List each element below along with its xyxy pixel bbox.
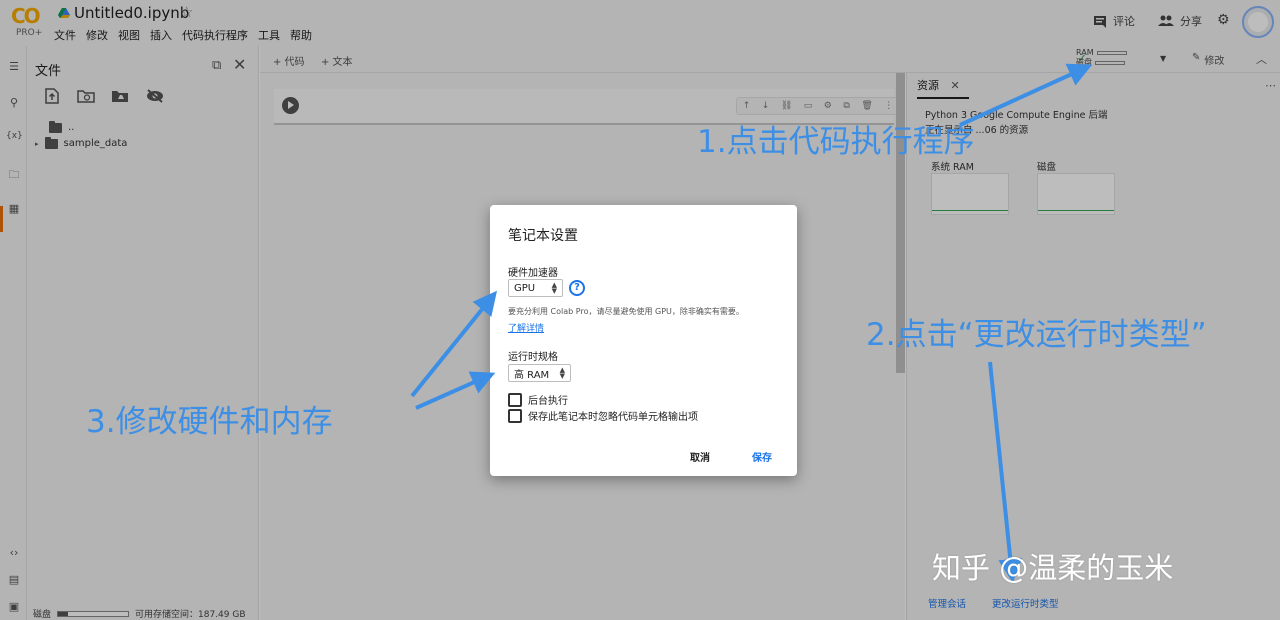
annotation-step3: 3.修改硬件和内存 xyxy=(86,404,333,440)
help-icon[interactable]: ? xyxy=(569,280,585,296)
hardware-accelerator-select[interactable]: GPU ▲ ▼ xyxy=(508,279,563,297)
hardware-accelerator-value: GPU xyxy=(514,282,536,294)
background-execution-checkbox[interactable] xyxy=(508,392,522,407)
runtime-shape-select[interactable]: 高 RAM ▲ ▼ xyxy=(508,364,571,382)
omit-output-row[interactable]: 保存此笔记本时忽略代码单元格输出项 xyxy=(508,408,698,423)
dialog-title: 笔记本设置 xyxy=(508,228,578,244)
background-execution-label: 后台执行 xyxy=(528,396,568,407)
watermark: 知乎 @温柔的玉米 xyxy=(932,551,1174,585)
annotation-step1: 1.点击代码执行程序 xyxy=(697,124,975,160)
select-arrows-icon: ▲ ▼ xyxy=(551,281,557,295)
runtime-shape-value: 高 RAM xyxy=(514,369,550,381)
cancel-button[interactable]: 取消 xyxy=(690,449,710,464)
gpu-note: 要充分利用 Colab Pro，请尽量避免使用 GPU，除非确实有需要。 xyxy=(508,307,744,316)
runtime-shape-label: 运行时规格 xyxy=(508,352,558,363)
annotation-step2: 2.点击“更改运行时类型” xyxy=(866,317,1207,353)
notebook-settings-dialog: 笔记本设置 硬件加速器 GPU ▲ ▼ ? 要充分利用 Colab Pro，请尽量… xyxy=(490,205,797,476)
select-arrows-icon: ▲ ▼ xyxy=(559,366,565,380)
omit-output-checkbox[interactable] xyxy=(508,408,522,423)
background-execution-row[interactable]: 后台执行 xyxy=(508,392,568,407)
save-button[interactable]: 保存 xyxy=(752,449,772,464)
learn-more-link[interactable]: 了解详情 xyxy=(508,321,544,334)
omit-output-label: 保存此笔记本时忽略代码单元格输出项 xyxy=(528,412,698,423)
hardware-accelerator-label: 硬件加速器 xyxy=(508,268,558,279)
